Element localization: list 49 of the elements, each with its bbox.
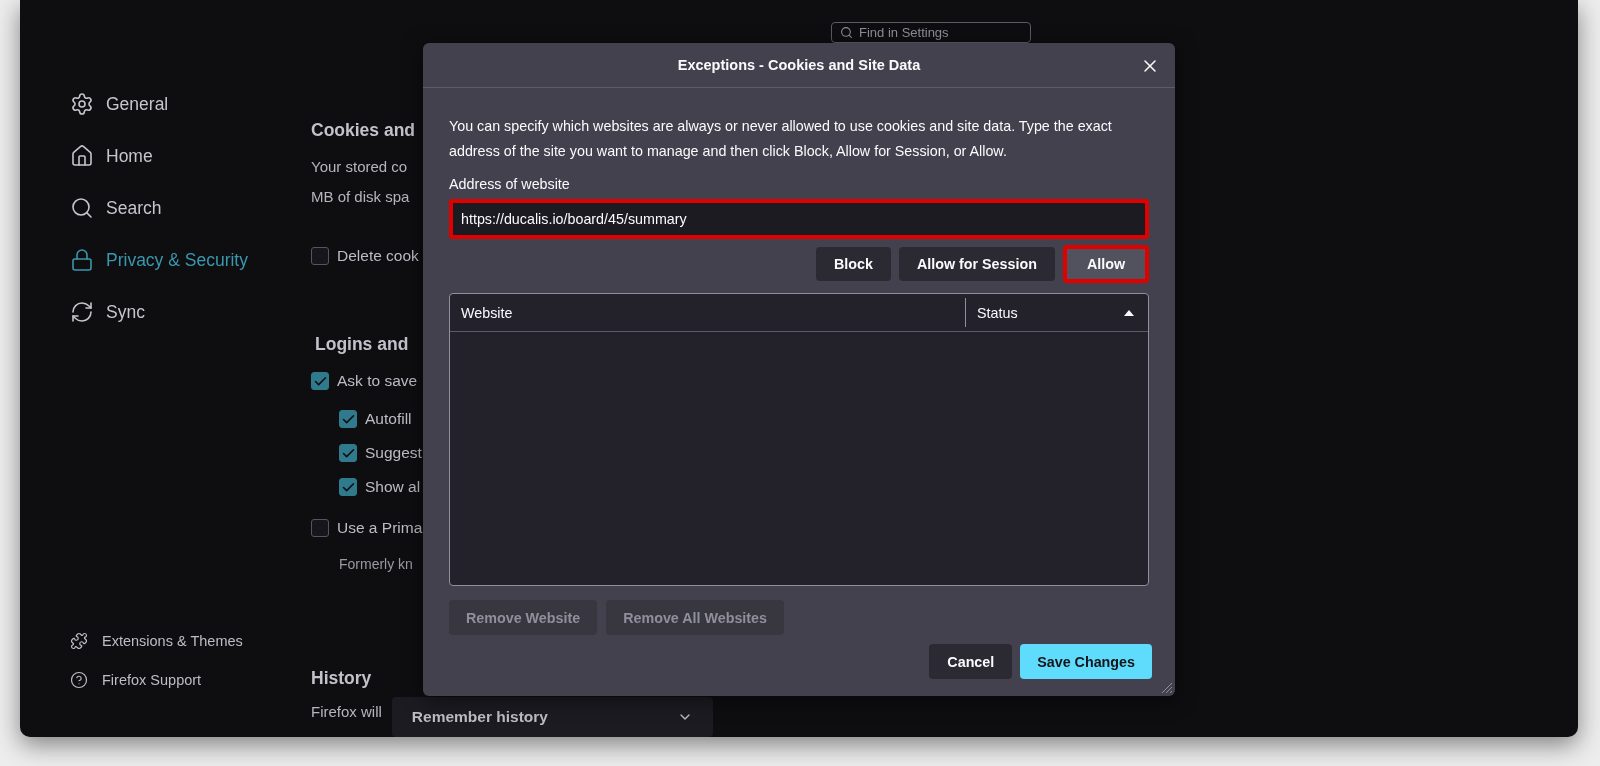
sidebar-item[interactable]: Home [70, 130, 311, 182]
checkbox-label: Show al [365, 478, 421, 497]
search-icon [70, 196, 94, 220]
checkbox[interactable] [311, 247, 329, 266]
history-dropdown[interactable]: Remember history [391, 697, 713, 737]
section-heading: History [311, 667, 372, 690]
checkbox[interactable] [339, 444, 357, 463]
action-button[interactable]: Allow for Session [898, 247, 1055, 281]
dialog-title: Exceptions - Cookies and Site Data [677, 57, 921, 73]
sidebar-link[interactable]: Firefox Support [70, 660, 311, 699]
sidebar-item[interactable]: Search [70, 182, 311, 234]
checkbox-label: Use a Prima [337, 519, 423, 537]
checkbox[interactable] [339, 410, 357, 429]
field-label: Address of website [449, 175, 571, 194]
checkbox[interactable] [311, 519, 329, 537]
section-heading: Cookies and [311, 119, 416, 143]
help-icon [70, 670, 88, 689]
setting-label: Firefox will [311, 702, 382, 722]
search-field[interactable]: Find in Settings [831, 22, 1031, 44]
resize-grip-icon[interactable] [1161, 682, 1173, 694]
checkbox-label: Delete cook [337, 247, 419, 266]
search-icon [840, 26, 853, 40]
column-header[interactable]: Website [450, 298, 965, 327]
search-placeholder: Find in Settings [859, 25, 949, 41]
checkbox-label: Suggest [365, 444, 422, 463]
checkbox[interactable] [311, 372, 329, 391]
checkbox-label: Autofill [365, 410, 412, 429]
section-heading: Logins and [315, 333, 409, 357]
sidebar-item[interactable]: General [70, 78, 311, 130]
description-text: MB of disk spa [311, 187, 410, 208]
puzzle-icon [70, 631, 88, 650]
sidebar-item[interactable]: Privacy & Security [70, 234, 311, 286]
settings-icon [70, 92, 94, 116]
sidebar-link[interactable]: Extensions & Themes [70, 621, 311, 660]
action-button[interactable]: Block [816, 247, 891, 281]
cancel-button[interactable]: Cancel [929, 644, 1013, 679]
column-header[interactable]: Status [965, 298, 1148, 327]
sync-icon [70, 300, 94, 324]
description-text: Your stored co [311, 157, 408, 178]
save-button[interactable]: Save Changes [1020, 644, 1152, 679]
sidebar-item[interactable]: Sync [70, 286, 311, 338]
action-button[interactable]: Allow [1062, 245, 1149, 283]
checkbox[interactable] [339, 478, 357, 497]
dialog-description: You can specify which websites are always or never allowed to use cookies and site data. Type the exact address of the site you want to manage and then click Block, Allow for Session, or Allow. [449, 117, 1113, 161]
lock-icon [70, 248, 94, 272]
note-text: Formerly kn [339, 555, 413, 574]
checkbox-label: Ask to save [337, 372, 418, 391]
home-icon [70, 144, 94, 168]
address-input[interactable]: https://ducalis.io/board/45/summary [449, 199, 1149, 239]
